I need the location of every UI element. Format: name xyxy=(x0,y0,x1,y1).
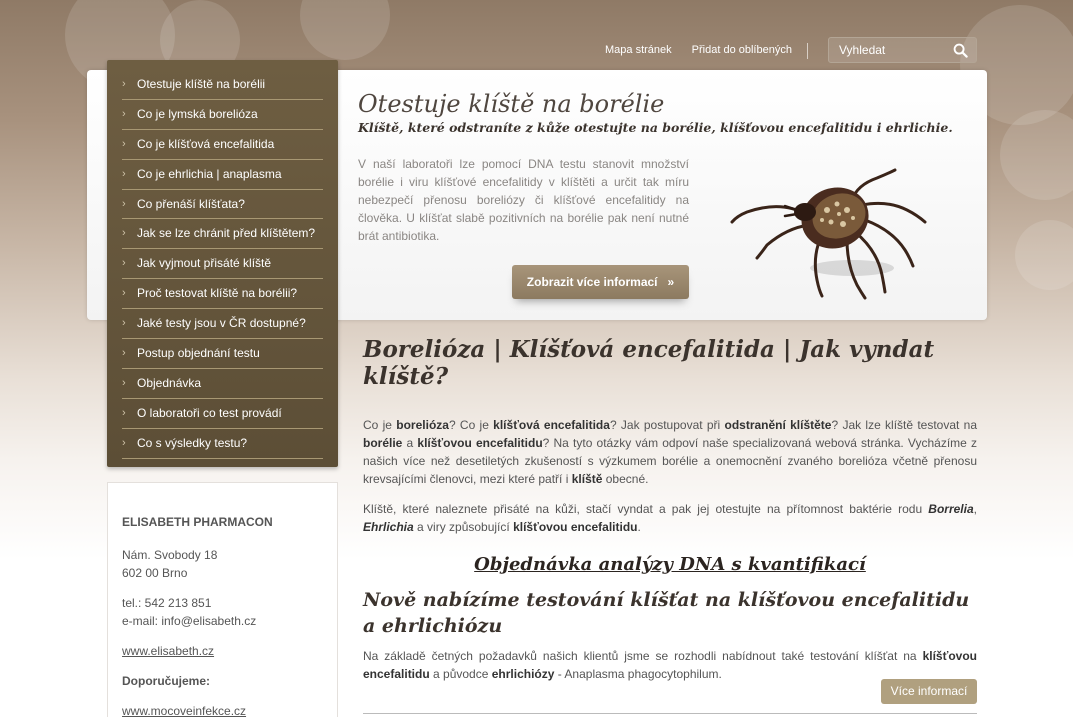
sidebar-item-9[interactable]: › Postup objednání testu xyxy=(122,339,323,369)
sidebar-item-label: Objednávka xyxy=(137,375,202,390)
text-segment: ? Jak postupovat při xyxy=(609,418,725,432)
sidebar-item-label: Co s výsledky testu? xyxy=(137,435,248,450)
chevron-right-icon: › xyxy=(122,167,126,180)
text-segment: Co je xyxy=(363,418,397,432)
bold-text: odstranění klíštěte xyxy=(724,418,832,432)
sidebar-item-4[interactable]: › Co přenáší klíšťata? xyxy=(122,190,323,220)
contact-box: ELISABETH PHARMACON Nám. Svobody 18 602 … xyxy=(107,482,338,717)
tick-image xyxy=(730,168,927,300)
bold-text: borelióza xyxy=(396,418,449,432)
order-analysis-link[interactable]: Objednávka analýzy DNA s kvantifikací xyxy=(363,554,977,575)
decorative-bubble xyxy=(1015,220,1073,290)
chevron-right-icon: › xyxy=(122,197,126,210)
hero-subtitle: Klíště, které odstraníte z kůže otestujt… xyxy=(358,120,953,135)
sidebar-item-label: O laboratoři co test provádí xyxy=(137,405,282,420)
sidebar-item-label: Otestuje klíště na borélii xyxy=(137,77,266,91)
more-info-button[interactable]: Více informací xyxy=(881,679,977,704)
decorative-bubble xyxy=(1000,110,1073,200)
sitemap-link[interactable]: Mapa stránek xyxy=(605,44,672,56)
sidebar-menu: › Otestuje klíště na borélii › Co je lymská… xyxy=(107,60,338,467)
sidebar-item-label: Co je ehrlichia | anaplasma xyxy=(137,166,282,181)
text-segment: a viry způsobující xyxy=(413,520,514,534)
sidebar-item-label: Jak se lze chránit před klíštětem? xyxy=(137,226,316,241)
chevron-right-icon: › xyxy=(122,257,126,270)
sidebar-item-label: Proč testovat klíště na borélii? xyxy=(137,286,298,301)
search-input[interactable] xyxy=(829,38,944,62)
search-box xyxy=(828,37,977,63)
tick-paragraph: Klíště, které naleznete přisáté na kůži,… xyxy=(363,500,977,536)
show-more-info-label: Zobrazit více informací xyxy=(526,275,658,289)
show-more-info-button[interactable]: Zobrazit více informací » xyxy=(512,265,689,299)
sidebar-item-label: Co je lymská borelióza xyxy=(137,106,258,121)
sidebar-item-3[interactable]: › Co je ehrlichia | anaplasma xyxy=(122,160,323,190)
phone: tel.: 542 213 851 xyxy=(122,596,212,610)
sidebar-item-8[interactable]: › Jaké testy jsou v ČR dostupné? xyxy=(122,309,323,340)
decorative-bubble xyxy=(300,0,390,60)
sidebar-item-label: Jaké testy jsou v ČR dostupné? xyxy=(137,316,306,331)
chevron-right-icon: › xyxy=(122,347,126,360)
sidebar-item-1[interactable]: › Co je lymská borelióza xyxy=(122,100,323,130)
sidebar-item-12[interactable]: › Co s výsledky testu? xyxy=(122,429,323,459)
hero-title: Otestuje klíště na borélie xyxy=(358,90,665,118)
text-segment: , xyxy=(973,502,977,516)
bold-text: klíšťovou encefalitidu xyxy=(513,520,638,534)
chevron-right-icon: › xyxy=(122,107,126,120)
text-segment: Klíště, které naleznete přisáté na kůži,… xyxy=(363,502,929,516)
sidebar-item-label: Co přenáší klíšťata? xyxy=(137,196,245,211)
chevron-right-icon: › xyxy=(122,227,126,240)
sidebar-item-6[interactable]: › Jak vyjmout přisáté klíště xyxy=(122,249,323,280)
chevron-right-icon: › xyxy=(122,137,126,150)
news-heading: Nově nabízíme testování klíšťat na klíšť… xyxy=(363,589,970,637)
sidebar-item-7[interactable]: › Proč testovat klíště na borélii? xyxy=(122,279,323,310)
text-segment: - Anaplasma phagocytophilum. xyxy=(554,667,722,681)
bold-text: klíšťovou encefalitidu xyxy=(417,436,543,450)
chevron-right-icon: › xyxy=(122,436,126,449)
text-segment: ? Jak lze klíště testovat na xyxy=(831,418,977,432)
top-navigation: Mapa stránek Přidat do oblíbených xyxy=(605,44,792,56)
hero-text: V naší laboratoři lze pomocí DNA testu s… xyxy=(358,157,689,243)
sidebar-item-label: Postup objednání testu xyxy=(137,346,260,361)
sidebar-item-10[interactable]: › Objednávka xyxy=(122,369,323,399)
arrow-icon: » xyxy=(667,275,675,289)
chevron-right-icon: › xyxy=(122,406,126,419)
address-street: Nám. Svobody 18 xyxy=(122,548,218,562)
text-segment: Na základě četných požadavků našich klie… xyxy=(363,649,923,663)
text-segment: a původce xyxy=(429,667,492,681)
bold-text: Borrelia xyxy=(928,502,974,516)
sidebar-item-2[interactable]: › Co je klíšťová encefalitida xyxy=(122,130,323,160)
recommend-label: Doporučujeme: xyxy=(122,674,211,688)
bold-text: Ehrlichia xyxy=(363,520,414,534)
text-segment: ? Co je xyxy=(448,418,494,432)
nav-divider xyxy=(807,43,808,59)
bold-text: klíšťová encefalitida xyxy=(493,418,610,432)
sidebar-item-0[interactable]: › Otestuje klíště na borélii xyxy=(122,70,323,100)
search-icon[interactable] xyxy=(953,43,968,58)
chevron-right-icon: › xyxy=(122,376,126,389)
news-paragraph: Na základě četných požadavků našich klie… xyxy=(363,647,977,683)
sidebar-item-11[interactable]: › O laboratoři co test provádí xyxy=(122,399,323,429)
text-segment: . xyxy=(637,520,641,534)
address-city: 602 00 Brno xyxy=(122,566,188,580)
bold-text: ehrlichiózy xyxy=(491,667,555,681)
text-segment: obecné. xyxy=(602,472,649,486)
company-name: ELISABETH PHARMACON xyxy=(122,515,273,529)
main-content: Borelióza | Klíšťová encefalitida | Jak … xyxy=(363,336,977,704)
chevron-right-icon: › xyxy=(122,317,126,330)
sidebar-item-label: Jak vyjmout přisáté klíště xyxy=(137,256,272,271)
recommend-link[interactable]: www.mocoveinfekce.cz xyxy=(122,704,246,717)
chevron-right-icon: › xyxy=(122,287,126,300)
text-segment: a xyxy=(402,436,418,450)
bold-text: borélie xyxy=(363,436,403,450)
intro-paragraph: Co je borelióza? Co je klíšťová encefali… xyxy=(363,416,977,488)
sidebar-item-5[interactable]: › Jak se lze chránit před klíštětem? xyxy=(122,219,323,250)
bold-text: klíště xyxy=(571,472,603,486)
email: e-mail: info@elisabeth.cz xyxy=(122,614,257,628)
divider xyxy=(363,713,977,714)
chevron-right-icon: › xyxy=(122,78,126,90)
sidebar-item-label: Co je klíšťová encefalitida xyxy=(137,136,275,151)
add-to-favorites-link[interactable]: Přidat do oblíbených xyxy=(692,44,792,56)
website-link[interactable]: www.elisabeth.cz xyxy=(122,644,214,658)
page-title: Borelióza | Klíšťová encefalitida | Jak … xyxy=(363,336,935,390)
